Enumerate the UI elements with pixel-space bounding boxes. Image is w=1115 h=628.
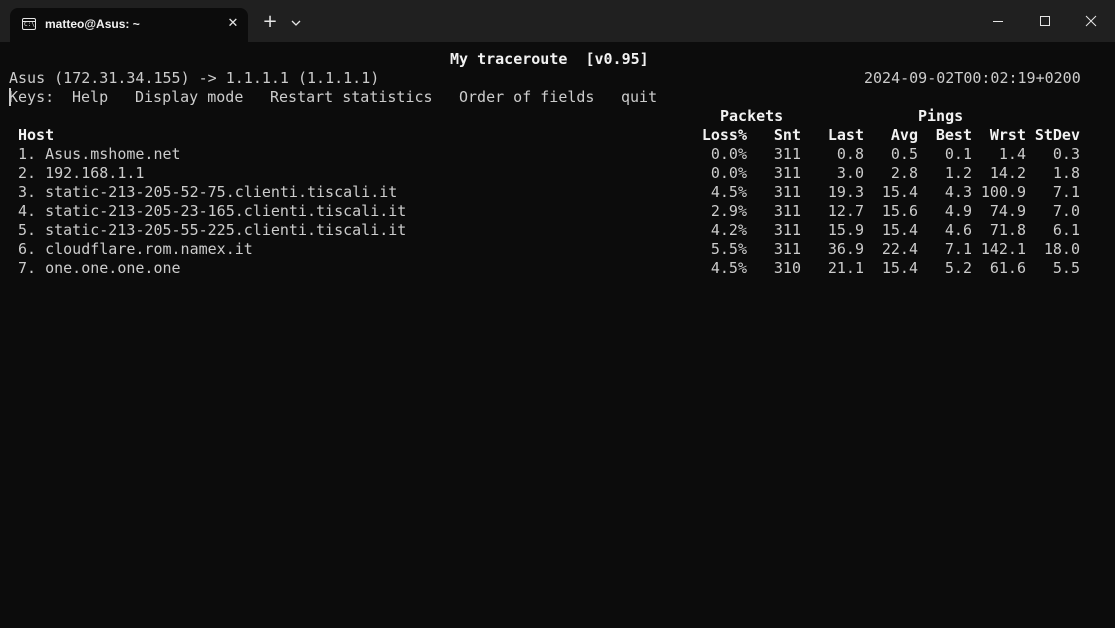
- pings-header: Pings: [918, 107, 964, 125]
- column-stdev: StDev: [1034, 126, 1080, 144]
- terminal-icon: C:\: [22, 18, 36, 30]
- column-loss: Loss%: [701, 126, 747, 144]
- key-restart-statistics[interactable]: Restart statistics: [270, 88, 433, 107]
- hop-avg: 15.4: [881, 183, 918, 201]
- hop-avg: 15.6: [881, 202, 918, 220]
- hop-snt: 311: [773, 145, 801, 163]
- hop-loss: 5.5%: [710, 240, 747, 258]
- hop-last: 0.8: [836, 145, 864, 163]
- hop-last: 15.9: [827, 221, 864, 239]
- hop-avg: 0.5: [890, 145, 918, 163]
- column-host: Host: [18, 126, 55, 144]
- new-tab-button[interactable]: +: [260, 12, 280, 32]
- hop-snt: 311: [773, 221, 801, 239]
- hop-stdev: 0.3: [1052, 145, 1080, 163]
- hop-best: 0.1: [944, 145, 972, 163]
- close-button[interactable]: [1068, 0, 1114, 42]
- hop-stdev: 7.0: [1052, 202, 1080, 220]
- hop-snt: 311: [773, 202, 801, 220]
- hop-best: 4.3: [944, 183, 972, 201]
- hop-best: 1.2: [944, 164, 972, 182]
- key-display-mode[interactable]: Display mode: [135, 88, 243, 107]
- hop-avg: 15.4: [881, 221, 918, 239]
- key-order-of-fields[interactable]: Order of fields: [459, 88, 594, 107]
- terminal-tab[interactable]: C:\ matteo@Asus: ~ ✕: [10, 8, 248, 42]
- hop-avg: 22.4: [881, 240, 918, 258]
- close-tab-icon[interactable]: ✕: [224, 15, 242, 33]
- hop-last: 36.9: [827, 240, 864, 258]
- hop-loss: 0.0%: [710, 145, 747, 163]
- terminal-output[interactable]: My traceroute [v0.95] Asus (172.31.34.15…: [0, 42, 1115, 628]
- hop-last: 21.1: [827, 259, 864, 277]
- key-quit[interactable]: quit: [621, 88, 657, 107]
- hop-loss: 4.2%: [710, 221, 747, 239]
- hop-stdev: 5.5: [1052, 259, 1080, 277]
- hop-wrst: 100.9: [980, 183, 1026, 201]
- hop-snt: 311: [773, 164, 801, 182]
- hop-loss: 4.5%: [710, 183, 747, 201]
- keys-label: Keys:: [9, 88, 55, 106]
- route-line: Asus (172.31.34.155) -> 1.1.1.1 (1.1.1.1…: [9, 69, 380, 87]
- close-icon: [1085, 15, 1097, 27]
- hop-avg: 15.4: [881, 259, 918, 277]
- title-bar: C:\ matteo@Asus: ~ ✕ +: [0, 0, 1115, 42]
- timestamp: 2024-09-02T00:02:19+0200: [864, 69, 1081, 87]
- terminal-icon-text: C:\: [24, 21, 35, 28]
- chevron-down-icon[interactable]: [290, 14, 310, 32]
- maximize-icon: [1040, 16, 1050, 26]
- minimize-button[interactable]: [975, 0, 1021, 42]
- tab-title: matteo@Asus: ~: [45, 17, 140, 31]
- maximize-button[interactable]: [1022, 0, 1068, 42]
- hop-last: 12.7: [827, 202, 864, 220]
- column-wrst: Wrst: [989, 126, 1026, 144]
- hop-avg: 2.8: [890, 164, 918, 182]
- hop-best: 7.1: [944, 240, 972, 258]
- hop-snt: 311: [773, 240, 801, 258]
- hop-host: 5. static-213-205-55-225.clienti.tiscali…: [18, 221, 407, 239]
- hop-wrst: 1.4: [998, 145, 1026, 163]
- hop-loss: 0.0%: [710, 164, 747, 182]
- hop-host: 3. static-213-205-52-75.clienti.tiscali.…: [18, 183, 398, 201]
- hop-wrst: 142.1: [980, 240, 1026, 258]
- terminal-window: C:\ matteo@Asus: ~ ✕ + My traceroute [v0…: [0, 0, 1115, 628]
- hop-wrst: 61.6: [989, 259, 1026, 277]
- hop-wrst: 14.2: [989, 164, 1026, 182]
- hop-host: 4. static-213-205-23-165.clienti.tiscali…: [18, 202, 407, 220]
- hop-host: 6. cloudflare.rom.namex.it: [18, 240, 253, 258]
- key-help[interactable]: Help: [72, 88, 108, 107]
- minimize-icon: [993, 21, 1003, 22]
- column-best: Best: [935, 126, 972, 144]
- hop-host: 1. Asus.mshome.net: [18, 145, 181, 163]
- hop-snt: 310: [773, 259, 801, 277]
- column-avg: Avg: [890, 126, 918, 144]
- mtr-title: My traceroute [v0.95]: [450, 50, 649, 68]
- hop-best: 4.9: [944, 202, 972, 220]
- hop-loss: 2.9%: [710, 202, 747, 220]
- hop-last: 19.3: [827, 183, 864, 201]
- hop-wrst: 71.8: [989, 221, 1026, 239]
- packets-header: Packets: [720, 107, 784, 125]
- hop-stdev: 6.1: [1052, 221, 1080, 239]
- hop-loss: 4.5%: [710, 259, 747, 277]
- hop-best: 5.2: [944, 259, 972, 277]
- hop-stdev: 7.1: [1052, 183, 1080, 201]
- hop-wrst: 74.9: [989, 202, 1026, 220]
- column-last: Last: [827, 126, 864, 144]
- hop-last: 3.0: [836, 164, 864, 182]
- hop-stdev: 1.8: [1052, 164, 1080, 182]
- hop-host: 2. 192.168.1.1: [18, 164, 145, 182]
- hop-stdev: 18.0: [1043, 240, 1080, 258]
- column-snt: Snt: [773, 126, 801, 144]
- hop-best: 4.6: [944, 221, 972, 239]
- hop-host: 7. one.one.one.one: [18, 259, 181, 277]
- hop-snt: 311: [773, 183, 801, 201]
